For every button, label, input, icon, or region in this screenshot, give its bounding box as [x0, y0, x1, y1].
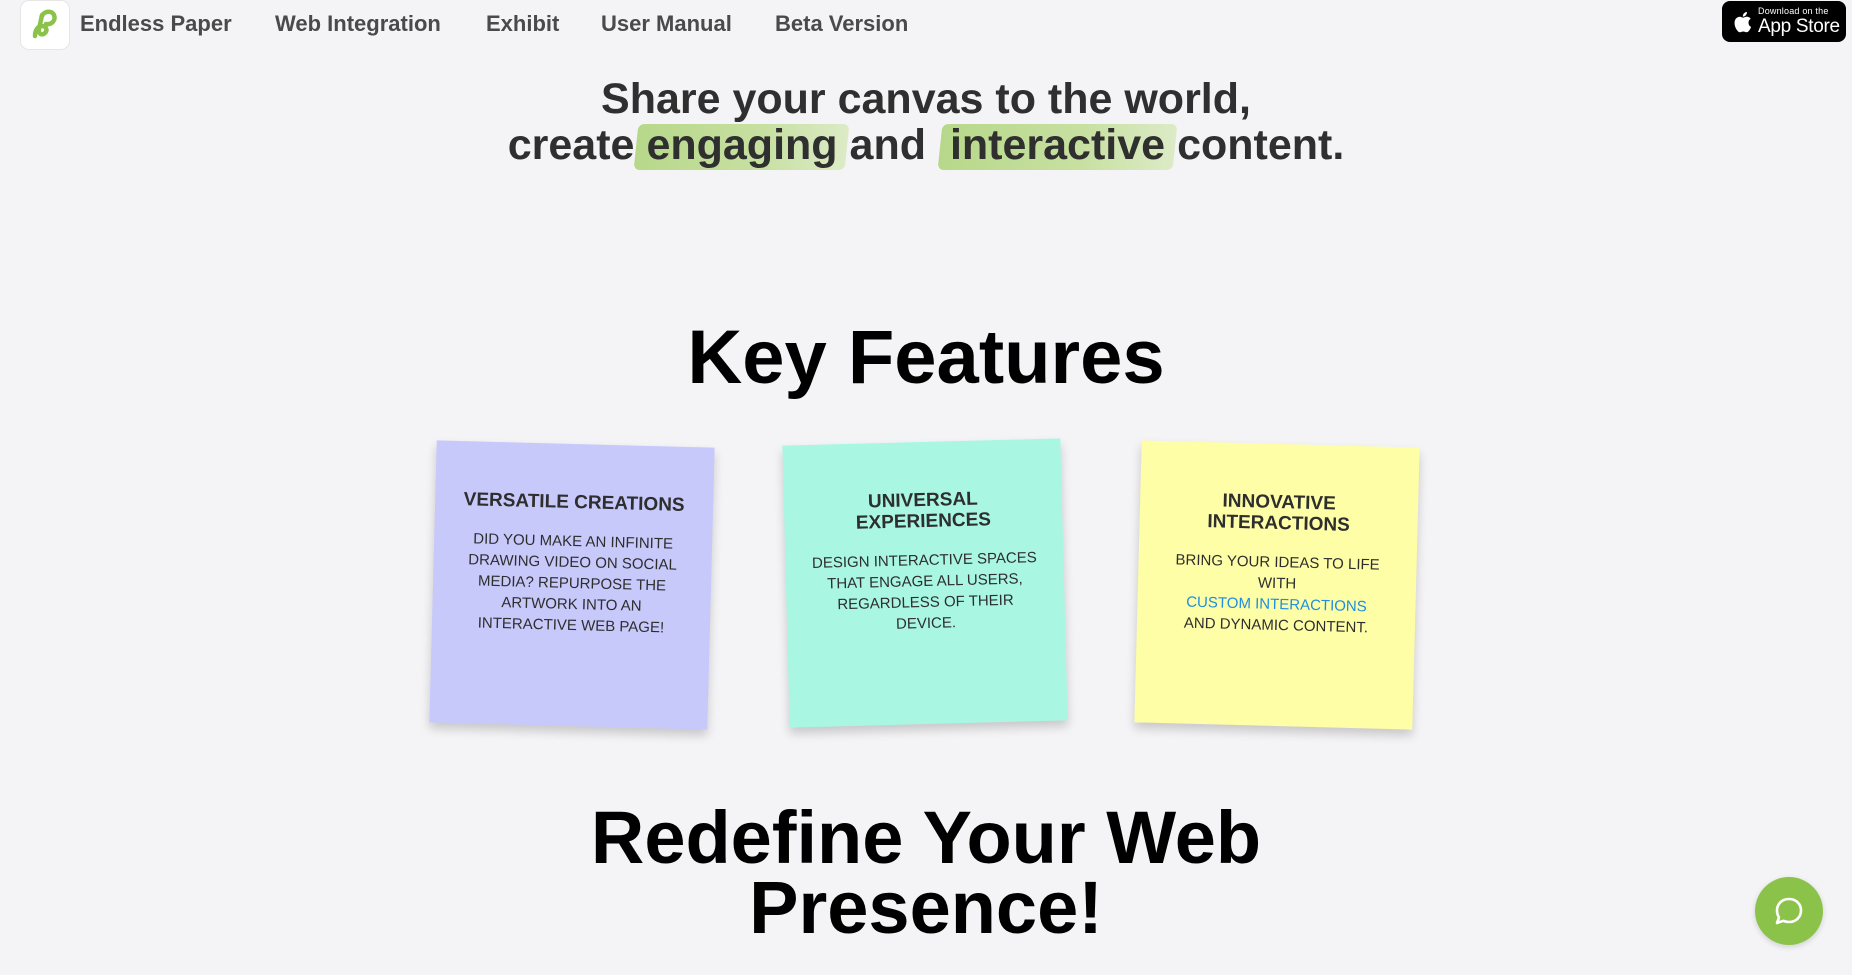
hero-headline: Share your canvas to the world, create en… — [0, 76, 1852, 168]
hero-text-and: and — [849, 121, 926, 169]
feature-card-title: VERSATILE CREATIONS — [463, 489, 685, 516]
hero-text-create: create — [507, 121, 635, 169]
chat-icon — [1775, 897, 1803, 925]
nav-link-user-manual[interactable]: User Manual — [601, 11, 732, 37]
key-features-title: Key Features — [687, 315, 1165, 400]
nav-brand-link[interactable]: Endless Paper — [80, 11, 232, 37]
highlight-interactive: interactive — [938, 122, 1177, 168]
feature-card-body-end: AND DYNAMIC CONTENT. — [1183, 614, 1369, 637]
app-store-big-label: App Store — [1758, 16, 1840, 37]
feature-card-title: UNIVERSAL EXPERIENCES — [855, 488, 992, 534]
app-store-button[interactable]: Download on the App Store — [1722, 1, 1846, 42]
feature-card-versatile-creations: VERSATILE CREATIONS DID YOU MAKE AN INFI… — [429, 440, 715, 730]
endless-paper-logo-icon[interactable] — [21, 1, 69, 49]
app-store-small-label: Download on the — [1758, 6, 1829, 16]
nav-link-web-integration[interactable]: Web Integration — [275, 11, 441, 37]
feature-card-body: BRING YOUR IDEAS TO LIFE WITH CUSTOM INT… — [1163, 549, 1391, 639]
feature-card-body: DID YOU MAKE AN INFINITE DRAWING VIDEO O… — [468, 530, 678, 637]
apple-icon — [1734, 11, 1752, 32]
page: Endless Paper Web Integration Exhibit Us… — [0, 0, 1852, 975]
nav-link-beta-version[interactable]: Beta Version — [775, 11, 908, 37]
redefine-title: Redefine Your Web Presence! — [0, 796, 1852, 949]
top-nav: Endless Paper Web Integration Exhibit Us… — [0, 0, 1852, 50]
nav-link-exhibit[interactable]: Exhibit — [486, 11, 559, 37]
redefine-line-2: Presence! — [749, 866, 1103, 949]
feature-card-body: DESIGN INTERACTIVE SPACES THAT ENGAGE AL… — [811, 549, 1037, 633]
redefine-line-1: Redefine Your Web — [590, 796, 1262, 879]
feature-card-innovative-interactions: INNOVATIVE INTERACTIONS BRING YOUR IDEAS… — [1134, 440, 1420, 730]
feature-card-universal-experiences: UNIVERSAL EXPERIENCES DESIGN INTERACTIVE… — [782, 438, 1068, 728]
hero-line-2: create engaging and interactive content. — [0, 122, 1852, 168]
feature-card-body-start: BRING YOUR IDEAS TO LIFE WITH — [1175, 551, 1380, 593]
custom-interactions-link[interactable]: CUSTOM INTERACTIONS — [1186, 594, 1367, 616]
hero-line-1: Share your canvas to the world, — [601, 75, 1251, 123]
hero-text-content: content. — [1177, 121, 1345, 169]
feature-card-title: INNOVATIVE INTERACTIONS — [1207, 490, 1351, 536]
highlight-engaging: engaging — [634, 122, 849, 168]
chat-button[interactable] — [1755, 877, 1823, 945]
